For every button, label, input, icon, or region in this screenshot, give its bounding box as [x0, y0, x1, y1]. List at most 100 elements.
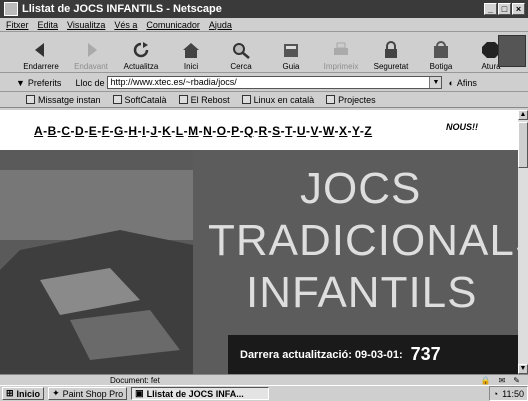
taskbar-item-paint-shop-pro[interactable]: ✦ Paint Shop Pro	[48, 387, 128, 400]
alphabet-link[interactable]: O	[217, 124, 227, 138]
menu-edit[interactable]: Edita	[38, 20, 59, 30]
scroll-up-icon[interactable]: ▲	[518, 110, 528, 120]
alphabet-link[interactable]: Z	[364, 124, 372, 138]
menu-go[interactable]: Vés a	[114, 20, 137, 30]
nous-link[interactable]: NOUS!!	[446, 122, 478, 132]
title-bar: Llistat de JOCS INFANTILS - Netscape _ □…	[0, 0, 528, 18]
print-icon	[334, 42, 348, 55]
start-button[interactable]: ⊞ Inicio	[2, 387, 45, 400]
netscape-small-icon: ▣	[135, 388, 144, 398]
alphabet-link[interactable]: D	[75, 124, 84, 138]
link-el-rebost[interactable]: El Rebost	[178, 95, 230, 105]
shop-icon	[434, 41, 448, 58]
security-lock-icon: 🔒	[480, 376, 491, 385]
alphabet-link[interactable]: Y	[352, 124, 360, 138]
clock: 11:50	[502, 388, 524, 399]
location-bar: ▼ Preferits Lloc de http://www.xtec.es/~…	[0, 74, 528, 92]
url-text: http://www.xtec.es/~rbadia/jocs/	[110, 77, 237, 87]
banner-title-line1: JOCS	[300, 164, 422, 213]
netscape-throbber-icon[interactable]	[498, 35, 526, 67]
home-button[interactable]: Inici	[166, 33, 216, 73]
alphabet-index: A-B-C-D-E-F-G-H-I-J-K-L-M-N-O-P-Q-R-S-T-…	[34, 124, 373, 138]
alphabet-link[interactable]: W	[323, 124, 335, 138]
minimize-button[interactable]: _	[484, 3, 497, 15]
menu-bar: Fitxer Edita Visualitza Vés a Comunicado…	[0, 18, 528, 32]
alphabet-link[interactable]: Q	[244, 124, 254, 138]
forward-button[interactable]: Endavant	[66, 33, 116, 73]
location-label: Lloc de	[75, 77, 105, 88]
alphabet-link[interactable]: R	[258, 124, 267, 138]
url-dropdown-icon[interactable]: ▼	[429, 77, 442, 88]
last-update-bar: Darrera actualització: 09-03-01: 737	[228, 335, 518, 374]
maximize-button[interactable]: □	[498, 3, 511, 15]
guide-button[interactable]: Guia	[266, 33, 316, 73]
related-button[interactable]: ◐ Afins	[448, 78, 476, 88]
reload-button[interactable]: Actualitza	[116, 33, 166, 73]
search-icon	[233, 43, 250, 59]
bookmark-icon	[26, 95, 35, 104]
scroll-thumb[interactable]	[518, 122, 528, 168]
scroll-down-icon[interactable]: ▼	[518, 364, 528, 374]
menu-view[interactable]: Visualitza	[67, 20, 105, 30]
composer-icon[interactable]: ✎	[513, 376, 520, 385]
banner-title-line2: TRADICIONALS	[208, 216, 518, 265]
alphabet-link[interactable]: B	[48, 124, 57, 138]
alphabet-link[interactable]: U	[297, 124, 306, 138]
menu-communicator[interactable]: Comunicador	[146, 20, 200, 30]
alphabet-link[interactable]: K	[162, 124, 171, 138]
bookmark-icon	[112, 95, 122, 104]
search-button[interactable]: Cerca	[216, 33, 266, 73]
forward-icon	[88, 43, 97, 57]
back-icon	[35, 43, 44, 57]
reload-icon	[133, 42, 149, 58]
alphabet-link[interactable]: N	[203, 124, 212, 138]
menu-help[interactable]: Ajuda	[209, 20, 232, 30]
url-input[interactable]: http://www.xtec.es/~rbadia/jocs/ ▼	[107, 76, 443, 89]
bookmark-icon	[178, 95, 188, 104]
security-icon	[385, 41, 397, 58]
page-content: A-B-C-D-E-F-G-H-I-J-K-L-M-N-O-P-Q-R-S-T-…	[0, 110, 518, 374]
alphabet-link[interactable]: J	[150, 124, 157, 138]
link-projectes[interactable]: Projectes	[326, 95, 376, 105]
netscape-icon	[4, 2, 18, 16]
alphabet-link[interactable]: H	[128, 124, 137, 138]
shop-button[interactable]: Botiga	[416, 33, 466, 73]
alphabet-link[interactable]: M	[188, 124, 199, 138]
alphabet-link[interactable]: G	[114, 124, 124, 138]
last-update-label: Darrera actualització: 09-03-01:	[240, 348, 403, 361]
bookmarks-button[interactable]: ▼ Preferits	[16, 78, 61, 88]
navigation-toolbar: Endarrere Endavant Actualitza Inici Cerc…	[0, 33, 528, 73]
alphabet-link[interactable]: F	[102, 124, 110, 138]
link-softcatala[interactable]: SoftCatalà	[112, 95, 167, 105]
security-button[interactable]: Seguretat	[366, 33, 416, 73]
related-icon: ◐	[448, 77, 454, 88]
link-instant-message[interactable]: Missatge instan	[26, 95, 101, 105]
system-tray: ◔ 11:50	[488, 386, 528, 401]
window-title: Llistat de JOCS INFANTILS - Netscape	[22, 3, 222, 15]
print-button[interactable]: Imprimeix	[316, 33, 366, 73]
paint-shop-pro-icon: ✦	[52, 388, 60, 398]
taskbar-item-netscape[interactable]: ▣ Llistat de JOCS INFA...	[131, 387, 270, 400]
back-button[interactable]: Endarrere	[16, 33, 66, 73]
mail-icon[interactable]: ✉	[499, 376, 506, 385]
link-linux-en-catala[interactable]: Linux en català	[241, 95, 314, 105]
close-button[interactable]: ×	[512, 3, 525, 15]
banner-title-line3: INFANTILS	[246, 268, 478, 317]
alphabet-link[interactable]: P	[231, 124, 240, 138]
home-icon	[183, 43, 199, 58]
alphabet-link[interactable]: C	[61, 124, 70, 138]
guide-icon	[284, 44, 298, 57]
visit-counter: 737	[410, 344, 441, 364]
taskbar: ⊞ Inicio ✦ Paint Shop Pro ▣ Llistat de J…	[0, 385, 528, 401]
alphabet-link[interactable]: S	[272, 124, 281, 138]
alphabet-link[interactable]: E	[89, 124, 98, 138]
alphabet-link[interactable]: L	[176, 124, 184, 138]
stone-photo	[0, 150, 193, 374]
tray-icon[interactable]: ◔	[493, 389, 498, 399]
personal-toolbar: Missatge instan SoftCatalà El Rebost Lin…	[0, 92, 528, 108]
banner: JOCS TRADICIONALS INFANTILS Darrera actu…	[0, 150, 518, 374]
vertical-scrollbar[interactable]: ▲ ▼	[518, 110, 528, 374]
alphabet-link[interactable]: A	[34, 124, 43, 138]
menu-file[interactable]: Fitxer	[6, 20, 29, 30]
windows-logo-icon: ⊞	[6, 388, 14, 398]
